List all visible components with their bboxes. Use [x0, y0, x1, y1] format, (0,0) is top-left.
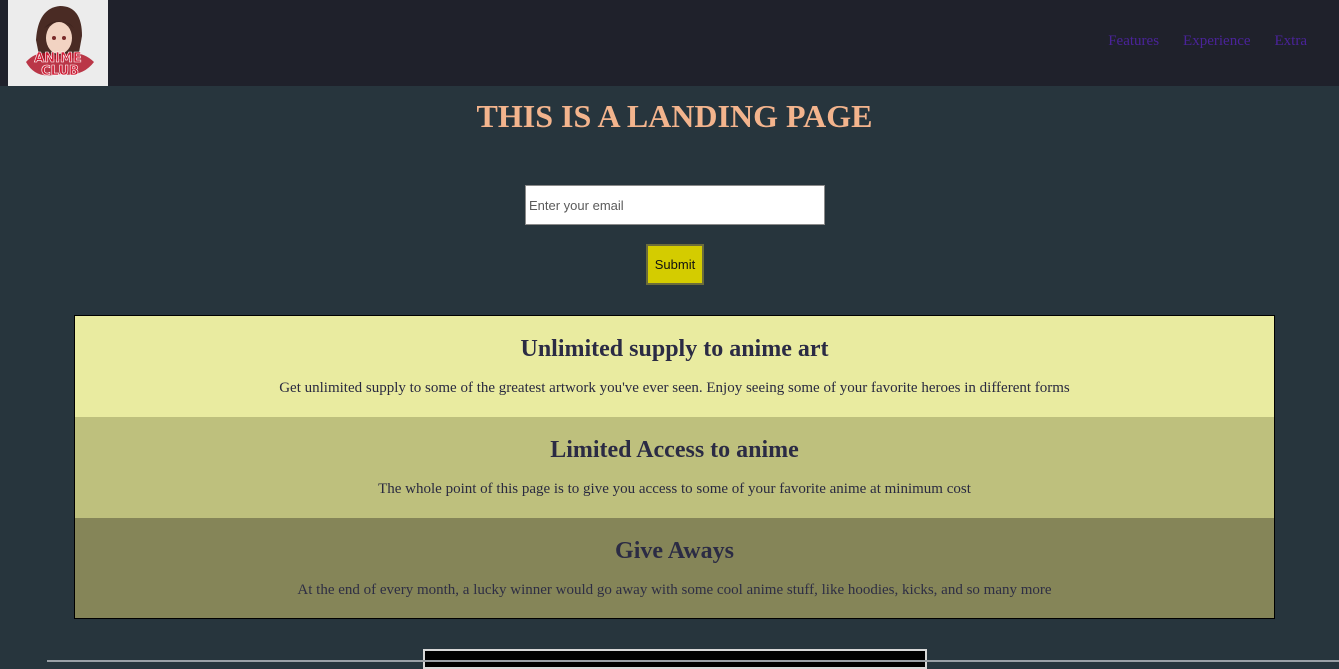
features-section: Unlimited supply to anime art Get unlimi… — [74, 315, 1275, 619]
feature-heading: Limited Access to anime — [550, 437, 799, 463]
nav-link-experience[interactable]: Experience — [1183, 33, 1250, 50]
logo-text-club: CLUB — [41, 64, 79, 79]
header: ANIME CLUB Features Experience Extra — [0, 0, 1339, 86]
video-embed[interactable] — [423, 649, 927, 669]
page-title: THIS IS A LANDING PAGE — [476, 98, 873, 134]
feature-text: At the end of every month, a lucky winne… — [297, 582, 1052, 598]
nav-bar: Features Experience Extra — [1108, 33, 1307, 50]
logo-image: ANIME CLUB — [8, 0, 108, 86]
nav-link-features[interactable]: Features — [1108, 33, 1159, 50]
feature-heading: Give Aways — [615, 538, 734, 564]
feature-text: The whole point of this page is to give … — [378, 481, 971, 497]
feature-heading: Unlimited supply to anime art — [520, 336, 829, 362]
anime-club-logo[interactable]: ANIME CLUB — [8, 0, 108, 86]
nav-link-extra[interactable]: Extra — [1275, 33, 1307, 50]
submit-button[interactable]: Submit — [646, 244, 704, 285]
email-input[interactable] — [525, 185, 825, 225]
feature-card-access: Limited Access to anime The whole point … — [75, 417, 1274, 518]
feature-text: Get unlimited supply to some of the grea… — [279, 380, 1070, 396]
feature-card-giveaways: Give Aways At the end of every month, a … — [75, 518, 1274, 618]
feature-card-art: Unlimited supply to anime art Get unlimi… — [75, 316, 1274, 417]
